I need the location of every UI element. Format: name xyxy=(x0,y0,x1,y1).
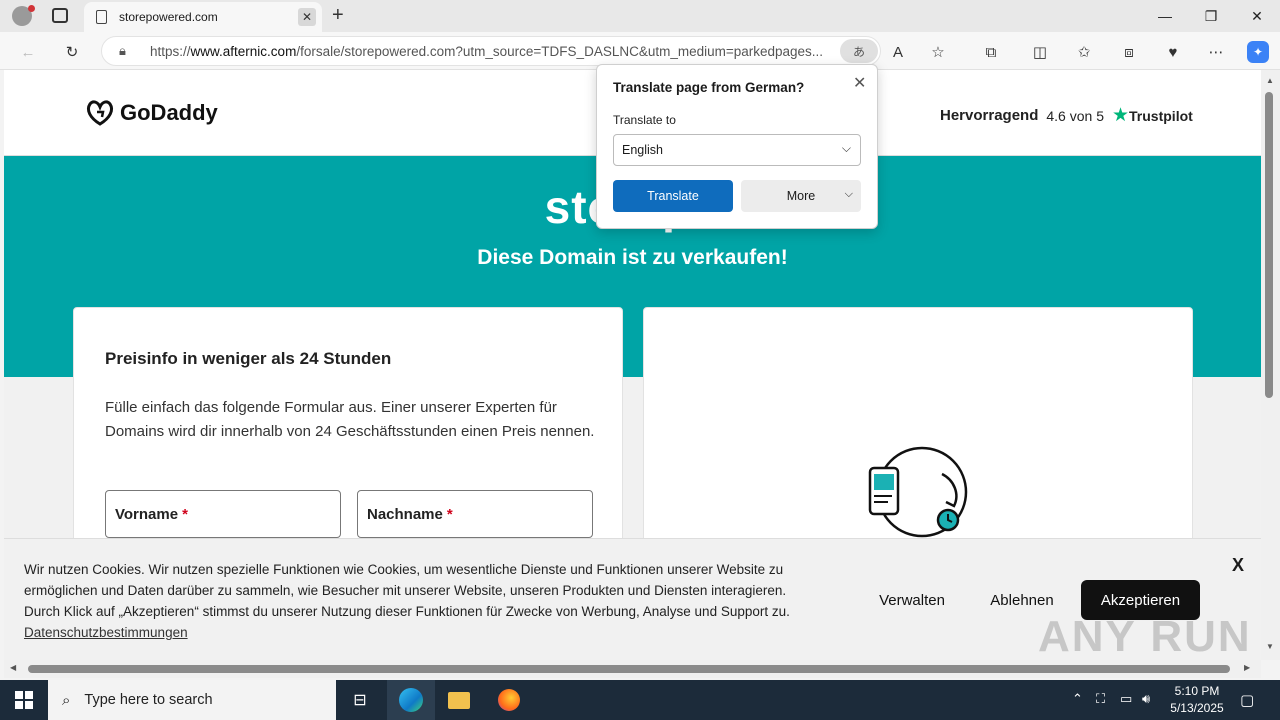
close-cookie-banner-icon[interactable]: X xyxy=(1232,555,1244,576)
chevron-down-icon: ⌵ xyxy=(841,141,851,155)
back-icon[interactable]: ← xyxy=(17,41,39,63)
rating-label: Hervorragend xyxy=(940,107,1039,124)
windows-taskbar: ⌕ Type here to search ⊟ ⌃ ⛶ ▭ 🔊︎ 5:10 PM… xyxy=(0,680,1280,720)
task-view-icon[interactable]: ⊟ xyxy=(336,680,384,720)
trustpilot-brand: Trustpilot xyxy=(1129,107,1193,124)
read-aloud-icon[interactable]: A xyxy=(887,41,909,63)
form-description: Fülle einfach das folgende Formular aus.… xyxy=(105,399,595,440)
horizontal-scroll-thumb[interactable] xyxy=(28,665,1230,673)
translate-to-label: Translate to xyxy=(613,113,676,127)
url-text: https://www.afternic.com/forsale/storepo… xyxy=(150,43,824,59)
close-tab-icon[interactable]: ✕ xyxy=(298,8,316,26)
volume-icon[interactable]: 🔊︎ xyxy=(1142,691,1150,707)
last-name-field[interactable]: Nachname * xyxy=(357,490,593,538)
form-title: Preisinfo in weniger als 24 Stunden xyxy=(105,349,392,368)
translate-button[interactable]: Translate xyxy=(613,180,733,212)
performance-icon[interactable]: ♥ xyxy=(1162,41,1184,63)
split-screen-icon[interactable]: ◫ xyxy=(1029,41,1051,63)
restore-icon[interactable]: ❐ xyxy=(1188,0,1234,32)
windows-logo-icon xyxy=(15,691,33,709)
notifications-icon[interactable]: ▢ xyxy=(1240,691,1254,709)
translate-title: Translate page from German? xyxy=(613,80,805,95)
close-translate-icon[interactable]: ✕ xyxy=(853,73,866,93)
cookie-text: Wir nutzen Cookies. Wir nutzen spezielle… xyxy=(24,562,790,640)
more-button[interactable]: More ⌵ xyxy=(741,180,861,212)
page-icon xyxy=(96,10,107,24)
trustpilot-rating[interactable]: Hervorragend 4.6 von 5 ★ Trustpilot xyxy=(940,104,1193,127)
collections-icon[interactable]: ⧈ xyxy=(1118,41,1140,63)
first-name-field[interactable]: Vorname * xyxy=(105,490,341,538)
copilot-icon[interactable]: ✦ xyxy=(1247,41,1269,63)
extensions-icon[interactable]: ⧉ xyxy=(980,41,1002,63)
minimize-icon[interactable]: — xyxy=(1142,0,1188,32)
domain-subtitle: Diese Domain ist zu verkaufen! xyxy=(477,246,788,269)
tab-title: storepowered.com xyxy=(119,10,218,24)
anyrun-watermark: ANY RUN xyxy=(1038,612,1252,661)
vertical-scroll-thumb[interactable] xyxy=(1265,92,1273,398)
lock-icon: 🔒︎ xyxy=(119,43,126,58)
file-explorer-icon[interactable] xyxy=(435,680,483,720)
edge-taskbar-icon[interactable] xyxy=(387,680,435,720)
horizontal-scrollbar[interactable]: ◀ ▶ xyxy=(4,660,1261,678)
taskbar-clock[interactable]: 5:10 PM 5/13/2025 xyxy=(1160,683,1234,717)
settings-more-icon[interactable]: ⋯ xyxy=(1205,41,1227,63)
notification-dot-icon xyxy=(28,5,35,12)
language-select[interactable]: English ⌵ xyxy=(613,134,861,166)
scroll-down-icon[interactable]: ▼ xyxy=(1266,642,1274,651)
start-button[interactable] xyxy=(0,680,48,720)
phone-hand-illustration-icon xyxy=(868,446,968,538)
address-bar[interactable]: 🔒︎ https://www.afternic.com/forsale/stor… xyxy=(101,36,881,66)
tab-actions-icon[interactable] xyxy=(52,8,68,23)
godaddy-logo-icon xyxy=(86,100,114,126)
firefox-icon[interactable] xyxy=(485,680,533,720)
scroll-left-icon[interactable]: ◀ xyxy=(10,663,16,672)
favorites-icon[interactable]: ✩ xyxy=(1073,41,1095,63)
trustpilot-star-icon: ★ xyxy=(1111,105,1130,126)
rating-value: 4.6 von 5 xyxy=(1046,107,1104,124)
privacy-link[interactable]: Datenschutzbestimmungen xyxy=(24,625,188,640)
translate-icon[interactable]: あ xyxy=(840,39,878,63)
new-tab-icon[interactable]: + xyxy=(332,4,344,27)
close-window-icon[interactable]: ✕ xyxy=(1234,0,1280,32)
vertical-scrollbar[interactable]: ▲ ▼ xyxy=(1261,70,1280,660)
translate-popup: Translate page from German? ✕ Translate … xyxy=(596,64,878,229)
taskbar-search[interactable]: ⌕ Type here to search xyxy=(48,680,336,720)
chevron-down-icon: ⌵ xyxy=(844,188,853,200)
scroll-up-icon[interactable]: ▲ xyxy=(1266,76,1274,85)
refresh-icon[interactable]: ↻ xyxy=(61,41,83,63)
favorite-star-icon[interactable]: ☆ xyxy=(927,41,949,63)
search-icon: ⌕ xyxy=(62,691,71,709)
show-hidden-icons-icon[interactable]: ⌃ xyxy=(1072,691,1083,707)
network-status-icon[interactable]: ⛶ xyxy=(1096,691,1105,707)
browser-title-bar: storepowered.com ✕ + — ❐ ✕ xyxy=(0,0,1280,32)
scroll-right-icon[interactable]: ▶ xyxy=(1244,663,1250,672)
manage-cookies-button[interactable]: Verwalten xyxy=(864,580,960,620)
network-icon[interactable]: ▭ xyxy=(1120,691,1132,707)
godaddy-logo[interactable]: GoDaddy xyxy=(84,98,218,128)
browser-tab[interactable]: storepowered.com ✕ xyxy=(84,2,322,32)
